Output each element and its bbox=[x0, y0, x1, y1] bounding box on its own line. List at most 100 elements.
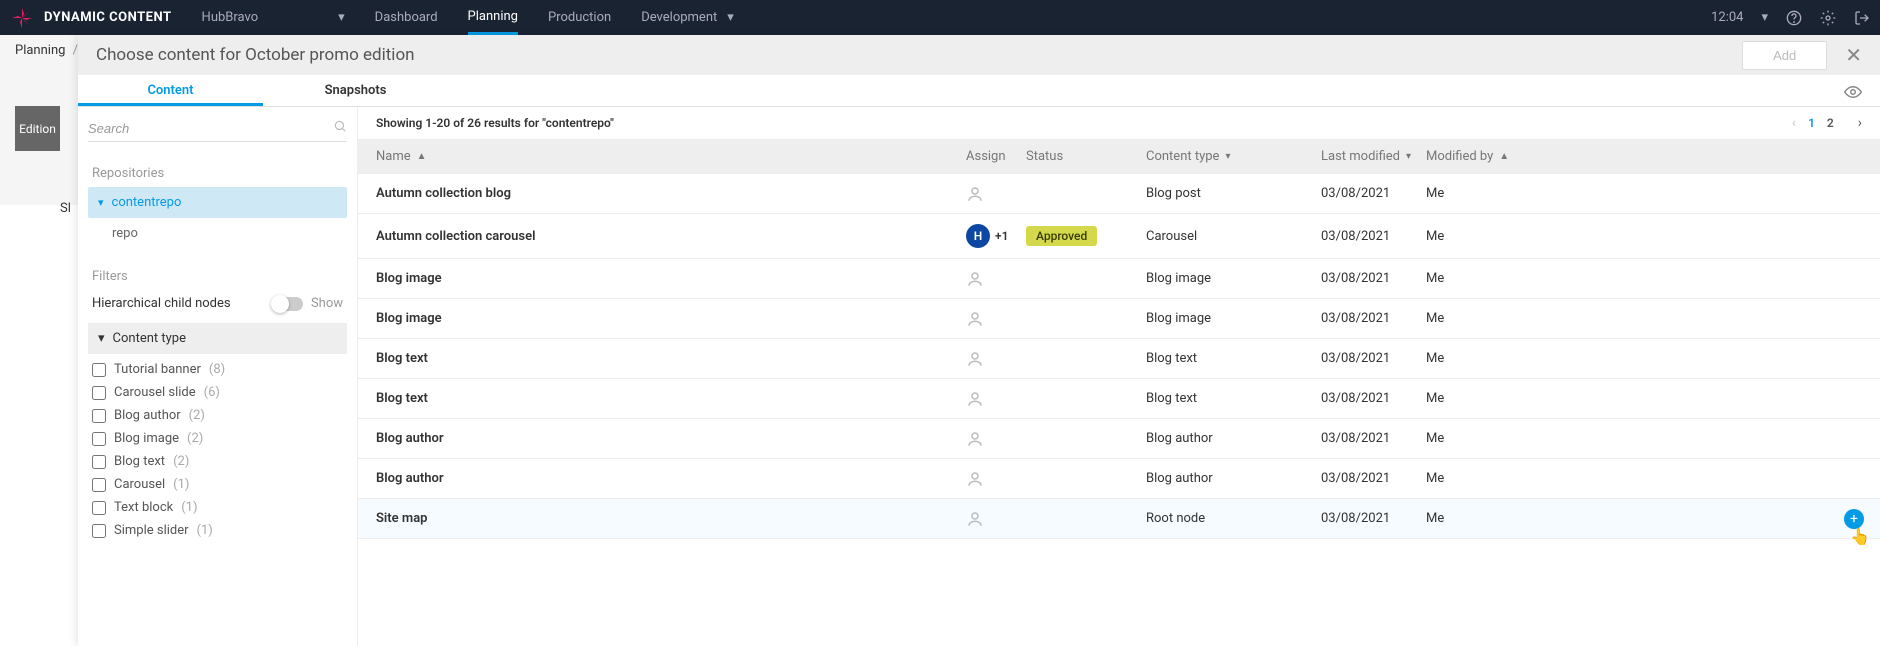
content-type-filter[interactable]: Simple slider (1) bbox=[88, 519, 347, 542]
person-icon[interactable] bbox=[966, 430, 1026, 448]
sub-tab-content[interactable]: Content bbox=[78, 75, 263, 106]
table-row[interactable]: Autumn collection blogBlog post03/08/202… bbox=[358, 174, 1880, 214]
pager-page-1[interactable]: 1 bbox=[1808, 116, 1815, 130]
cell-modified: 03/08/2021 bbox=[1321, 511, 1426, 526]
chevron-down-icon: ▾ bbox=[338, 10, 345, 25]
add-button[interactable]: Add bbox=[1742, 41, 1827, 70]
filter-checkbox[interactable] bbox=[92, 409, 106, 423]
cell-assign: H+1 bbox=[966, 224, 1026, 248]
person-icon[interactable] bbox=[966, 185, 1026, 203]
filter-checkbox[interactable] bbox=[92, 478, 106, 492]
filter-checkbox[interactable] bbox=[92, 501, 106, 515]
repo-list: ▾contentreporepo bbox=[88, 187, 347, 249]
help-icon[interactable] bbox=[1786, 10, 1802, 26]
logo-icon bbox=[10, 6, 34, 30]
repo-item-contentrepo[interactable]: ▾contentrepo bbox=[88, 187, 347, 218]
sub-tab-snapshots[interactable]: Snapshots bbox=[263, 75, 448, 106]
logout-icon[interactable] bbox=[1854, 10, 1870, 26]
close-icon[interactable]: ✕ bbox=[1845, 43, 1862, 67]
breadcrumb-root[interactable]: Planning bbox=[15, 43, 65, 58]
repo-item-repo[interactable]: repo bbox=[88, 218, 347, 249]
filter-checkbox[interactable] bbox=[92, 363, 106, 377]
chevron-down-icon[interactable]: ▾ bbox=[1761, 10, 1768, 25]
assignee-avatar[interactable]: H bbox=[966, 224, 990, 248]
table-rows: Autumn collection blogBlog post03/08/202… bbox=[358, 174, 1880, 646]
cell-by: Me bbox=[1426, 229, 1862, 244]
filter-checkbox[interactable] bbox=[92, 432, 106, 446]
table-row[interactable]: Blog authorBlog author03/08/2021Me bbox=[358, 459, 1880, 499]
pager-prev[interactable]: ‹ bbox=[1792, 115, 1796, 131]
table-row[interactable]: Autumn collection carouselH+1ApprovedCar… bbox=[358, 214, 1880, 259]
toggle-show-label: Show bbox=[311, 296, 343, 311]
cell-modified: 03/08/2021 bbox=[1321, 351, 1426, 366]
table-row[interactable]: Blog textBlog text03/08/2021Me bbox=[358, 379, 1880, 419]
col-ctype-header[interactable]: Content type▾ bbox=[1146, 149, 1321, 164]
person-icon[interactable] bbox=[966, 390, 1026, 408]
table-header: Name▲ Assign Status Content type▾ Last m… bbox=[358, 139, 1880, 174]
table-row[interactable]: Blog imageBlog image03/08/2021Me bbox=[358, 259, 1880, 299]
person-icon[interactable] bbox=[966, 270, 1026, 288]
results-summary: Showing 1-20 of 26 results for "contentr… bbox=[376, 116, 614, 130]
filter-count: (1) bbox=[181, 500, 197, 515]
content-type-filter[interactable]: Tutorial banner (8) bbox=[88, 358, 347, 381]
sort-asc-icon: ▲ bbox=[1499, 151, 1509, 162]
content-type-filter[interactable]: Blog image (2) bbox=[88, 427, 347, 450]
nav-tab-production[interactable]: Production bbox=[548, 0, 611, 35]
content-type-filter[interactable]: Blog author (2) bbox=[88, 404, 347, 427]
person-icon[interactable] bbox=[966, 510, 1026, 528]
eye-icon[interactable] bbox=[1844, 83, 1862, 105]
filter-label: Simple slider bbox=[114, 523, 189, 538]
nav-more-icon[interactable]: ▾ bbox=[727, 10, 734, 25]
filter-checkbox[interactable] bbox=[92, 524, 106, 538]
table-row[interactable]: Blog imageBlog image03/08/2021Me bbox=[358, 299, 1880, 339]
nav-tab-development[interactable]: Development bbox=[641, 0, 717, 35]
cursor-icon: 👆 bbox=[1850, 527, 1870, 546]
col-name-header[interactable]: Name▲ bbox=[376, 149, 966, 164]
content-type-filter[interactable]: Carousel (1) bbox=[88, 473, 347, 496]
table-row[interactable]: Site mapRoot node03/08/2021Me+👆 bbox=[358, 499, 1880, 539]
col-by-header[interactable]: Modified by▲ bbox=[1426, 149, 1862, 164]
person-icon[interactable] bbox=[966, 310, 1026, 328]
cell-name: Autumn collection carousel bbox=[376, 229, 966, 244]
col-assign-header[interactable]: Assign bbox=[966, 149, 1026, 164]
filter-checkbox[interactable] bbox=[92, 386, 106, 400]
cell-assign bbox=[966, 270, 1026, 288]
search-icon[interactable] bbox=[333, 119, 347, 137]
filter-label: Text block bbox=[114, 500, 173, 515]
content-type-header[interactable]: ▾ Content type bbox=[88, 323, 347, 354]
cell-ctype: Root node bbox=[1146, 511, 1321, 526]
cell-name: Site map bbox=[376, 511, 966, 526]
col-status-header[interactable]: Status bbox=[1026, 149, 1146, 164]
hierarchical-toggle[interactable] bbox=[273, 297, 303, 311]
search-box bbox=[88, 115, 347, 142]
filter-checkbox[interactable] bbox=[92, 455, 106, 469]
person-icon[interactable] bbox=[966, 350, 1026, 368]
pager-page-2[interactable]: 2 bbox=[1827, 116, 1834, 130]
person-icon[interactable] bbox=[966, 470, 1026, 488]
cell-modified: 03/08/2021 bbox=[1321, 186, 1426, 201]
cell-modified: 03/08/2021 bbox=[1321, 391, 1426, 406]
cell-name: Blog author bbox=[376, 431, 966, 446]
col-modified-header[interactable]: Last modified▾ bbox=[1321, 149, 1426, 164]
content-type-filter[interactable]: Text block (1) bbox=[88, 496, 347, 519]
nav-tab-dashboard[interactable]: Dashboard bbox=[375, 0, 438, 35]
search-input[interactable] bbox=[88, 121, 333, 136]
add-row-button[interactable]: + bbox=[1844, 509, 1864, 529]
cell-by: Me bbox=[1426, 511, 1862, 526]
nav-tab-planning[interactable]: Planning bbox=[468, 0, 518, 35]
content-type-filter[interactable]: Blog text (2) bbox=[88, 450, 347, 473]
content-type-list: Tutorial banner (8)Carousel slide (6)Blo… bbox=[88, 354, 347, 546]
cell-by: Me bbox=[1426, 351, 1862, 366]
gear-icon[interactable] bbox=[1820, 10, 1836, 26]
sort-asc-icon: ▲ bbox=[417, 151, 427, 162]
cell-ctype: Blog author bbox=[1146, 431, 1321, 446]
pager-next[interactable]: › bbox=[1858, 115, 1862, 131]
content-type-label: Content type bbox=[113, 331, 186, 346]
cell-name: Blog text bbox=[376, 391, 966, 406]
content-type-filter[interactable]: Carousel slide (6) bbox=[88, 381, 347, 404]
cell-modified: 03/08/2021 bbox=[1321, 229, 1426, 244]
table-row[interactable]: Blog authorBlog author03/08/2021Me bbox=[358, 419, 1880, 459]
hub-selector[interactable]: HubBravo ▾ bbox=[202, 10, 345, 25]
filter-count: (8) bbox=[209, 362, 225, 377]
table-row[interactable]: Blog textBlog text03/08/2021Me bbox=[358, 339, 1880, 379]
